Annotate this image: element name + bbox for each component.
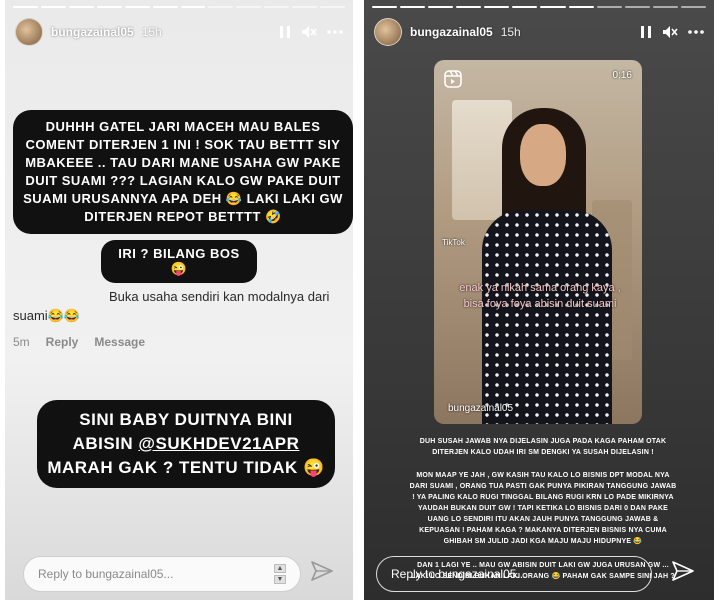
mention-link[interactable]: @SUKHDEV21APR [138,434,299,453]
send-icon[interactable] [672,561,694,586]
story-text-bubble: DUHHH GATEL JARI MACEH MAU BALES COMENT … [13,110,353,234]
chevron-down-icon[interactable]: ▼ [274,575,286,584]
video-overlay-caption: enak ya nikah sama orang kaya , bisa foy… [459,282,621,310]
reply-placeholder: Reply to bungazainal05... [38,567,174,581]
story-progress-bar [13,6,346,9]
more-icon[interactable] [688,29,704,35]
story-caption-2: MON MAAP YE JAH , GW KASIH TAU KALO LO B… [409,472,677,545]
pause-icon[interactable] [279,25,291,39]
reply-input[interactable]: Reply to bungazainal05... ▲ ▼ [23,556,301,592]
comment-text: Buka usaha sendiri kan modalnya dari sua… [13,289,330,323]
story-caption-1: DUH SUSAH JAWAB NYA DIJELASIN JUGA PADA … [419,438,667,456]
story-text-bubble-iri: IRI ? BILANG BOS 😜 [101,240,257,283]
left-story-panel: bungazainal05 15h DUHHH GATEL JARI MACEH… [5,0,353,600]
chevron-up-icon[interactable]: ▲ [274,564,286,573]
comment-actions: 5m Reply Message [13,335,343,349]
mute-icon[interactable] [662,25,678,39]
reel-video[interactable]: 0:16 TikTok enak ya nikah sama orang kay… [434,60,642,424]
story-header: bungazainal05 15h [15,16,343,48]
story-progress-bar [372,6,706,9]
bubble-line: MARAH GAK ? TENTU TIDAK 😜 [47,458,325,477]
more-icon[interactable] [327,29,343,35]
avatar[interactable] [374,18,402,46]
username[interactable]: bungazainal05 [51,25,134,39]
bubble-line: ABISIN [72,434,139,453]
person-face [520,124,566,186]
username[interactable]: bungazainal05 [410,25,493,39]
right-story-panel: bungazainal05 15h 0:16 TikTok enak ya ni… [364,0,714,600]
comment-reply-button[interactable]: Reply [46,335,79,349]
reply-input[interactable]: Reply to bungazainal05... [376,556,652,592]
person-dress [482,210,612,424]
story-header: bungazainal05 15h [374,16,704,48]
pause-icon[interactable] [640,25,652,39]
comment-sticker: Buka usaha sendiri kan modalnya dari sua… [13,287,343,349]
send-icon[interactable] [311,561,333,586]
video-duration: 0:16 [612,70,632,81]
reply-placeholder: Reply to bungazainal05... [391,567,527,581]
avatar[interactable] [15,18,43,46]
story-text-bubble-baby: SINI BABY DUITNYA BINI ABISIN @SUKHDEV21… [37,400,335,488]
comment-message-button[interactable]: Message [94,335,145,349]
story-time: 15h [500,25,521,39]
comment-time: 5m [13,335,30,349]
reels-icon [444,70,462,93]
story-time: 15h [141,25,162,39]
bubble-line: SINI BABY DUITNYA BINI [79,410,293,429]
tiktok-watermark: TikTok [442,238,465,247]
story-comparison: bungazainal05 15h DUHHH GATEL JARI MACEH… [0,0,720,600]
scroll-stepper[interactable]: ▲ ▼ [274,564,286,584]
video-username[interactable]: bungazainal05 [448,403,513,414]
mute-icon[interactable] [301,25,317,39]
